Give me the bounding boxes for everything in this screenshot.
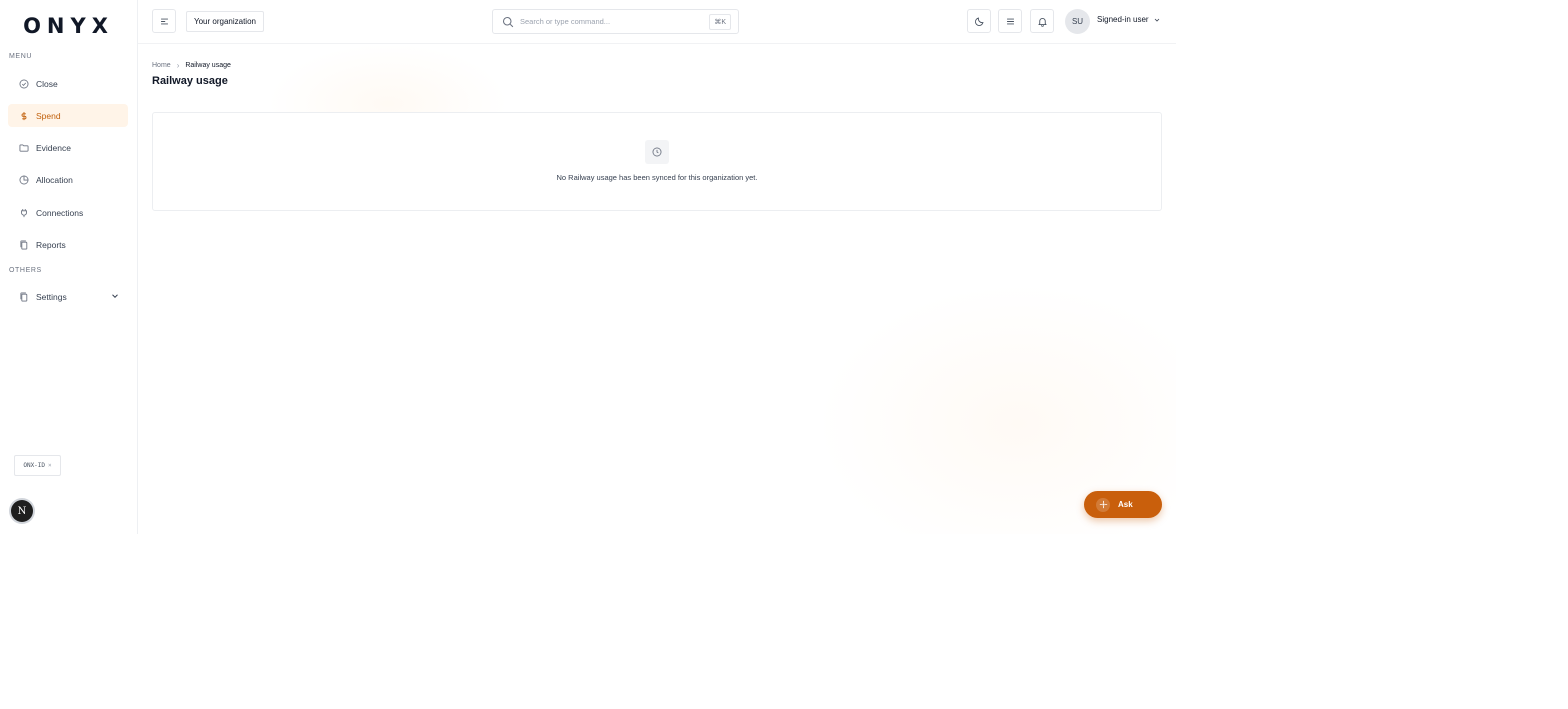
bell-icon bbox=[1037, 17, 1047, 27]
sidebar-item-label: Evidence bbox=[36, 142, 71, 153]
breadcrumb-current: Railway usage bbox=[185, 62, 231, 69]
breadcrumb-home-link[interactable]: Home bbox=[152, 62, 171, 69]
breadcrumb-separator-icon: › bbox=[176, 61, 180, 70]
chevron-down-icon bbox=[112, 294, 118, 298]
search-shortcut: ⌘K bbox=[709, 13, 731, 30]
notifications-button[interactable] bbox=[1030, 9, 1054, 33]
empty-state-message: No Railway usage has been synced for thi… bbox=[556, 173, 758, 182]
moon-icon bbox=[974, 16, 984, 26]
dollar-icon bbox=[18, 110, 30, 122]
topbar: Your organization Search or type command… bbox=[138, 0, 1176, 44]
sidebar-item-label: Connections bbox=[36, 207, 84, 218]
breadcrumb: Home › Railway usage bbox=[152, 61, 231, 70]
sidebar-item-settings[interactable]: Settings bbox=[8, 285, 128, 308]
nextjs-dev-badge[interactable]: N bbox=[11, 500, 33, 522]
search-input[interactable]: Search or type command... ⌘K bbox=[492, 9, 739, 34]
user-menu-label: Signed-in user bbox=[1097, 15, 1149, 24]
plug-icon bbox=[18, 207, 30, 219]
sidebar-item-label: Reports bbox=[36, 239, 66, 250]
avatar[interactable]: SU bbox=[1065, 9, 1090, 34]
ask-button[interactable]: Ask bbox=[1084, 491, 1162, 518]
sidebar-toggle-button[interactable] bbox=[152, 9, 176, 33]
user-menu[interactable]: Signed-in user bbox=[1097, 15, 1161, 24]
empty-state-card: No Railway usage has been synced for thi… bbox=[152, 112, 1162, 211]
sidebar-item-label: Settings bbox=[36, 291, 67, 302]
theme-toggle-button[interactable] bbox=[967, 9, 991, 33]
sidebar-item-connections[interactable]: Connections bbox=[8, 201, 128, 224]
sidebar-item-spend[interactable]: Spend bbox=[8, 104, 128, 127]
sidebar-item-label: Allocation bbox=[36, 174, 73, 185]
main-content: Home › Railway usage Railway usage No Ra… bbox=[138, 44, 1176, 534]
sidebar-item-reports[interactable]: Reports bbox=[8, 233, 128, 256]
sidebar-item-label: Close bbox=[36, 78, 58, 89]
onyx-logo[interactable]: ONYX bbox=[0, 14, 137, 38]
close-icon[interactable]: × bbox=[48, 462, 52, 469]
sidebar-item-label: Spend bbox=[36, 110, 61, 121]
search-icon bbox=[502, 16, 514, 27]
folder-icon bbox=[18, 142, 30, 154]
others-section-label: OTHERS bbox=[9, 267, 42, 274]
environment-badge-label: ONX-ID bbox=[23, 462, 46, 469]
chevron-down-icon bbox=[1154, 18, 1159, 22]
sidebar: ONYX MENU Close Spend Evidence Allocatio bbox=[0, 0, 138, 534]
clock-icon bbox=[645, 140, 669, 164]
list-menu-button[interactable] bbox=[998, 9, 1022, 33]
ask-button-label: Ask bbox=[1118, 500, 1133, 509]
sidebar-item-close[interactable]: Close bbox=[8, 72, 128, 95]
organization-switcher[interactable]: Your organization bbox=[186, 11, 264, 32]
app-window: ONYX MENU Close Spend Evidence Allocatio bbox=[0, 0, 1176, 534]
pie-chart-icon bbox=[18, 174, 30, 186]
menu-section-label: MENU bbox=[9, 53, 33, 60]
check-circle-icon bbox=[18, 78, 30, 90]
copy-icon bbox=[18, 239, 30, 251]
search-placeholder: Search or type command... bbox=[520, 17, 611, 26]
sidebar-item-evidence[interactable]: Evidence bbox=[8, 136, 128, 159]
environment-badge[interactable]: ONX-ID × bbox=[14, 455, 61, 476]
sparkle-icon bbox=[1096, 497, 1110, 512]
menu-left-icon bbox=[160, 18, 168, 24]
page-title: Railway usage bbox=[152, 75, 228, 87]
sidebar-item-allocation[interactable]: Allocation bbox=[8, 168, 128, 191]
copy-icon bbox=[18, 291, 30, 303]
hamburger-icon bbox=[1006, 18, 1014, 24]
